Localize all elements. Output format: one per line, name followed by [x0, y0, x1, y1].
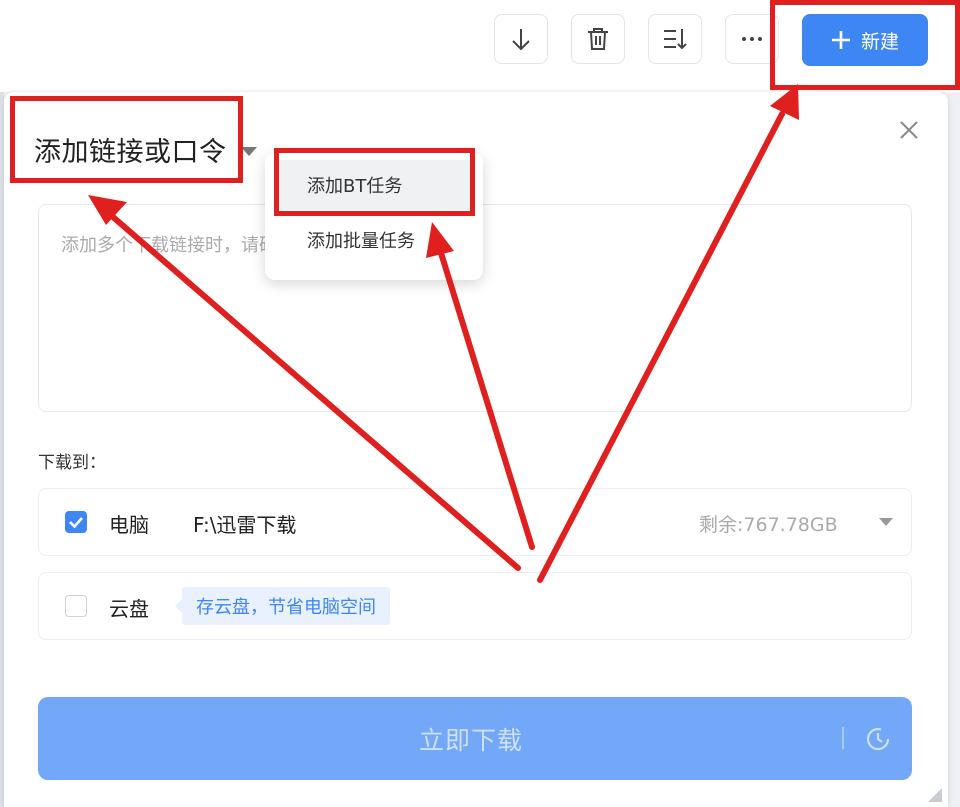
annotation-arrow-line: [438, 250, 535, 550]
annotation-arrows: [88, 84, 799, 583]
annotation-arrow-line: [537, 111, 785, 583]
annotation-arrow-line: [110, 214, 521, 571]
annotation-arrowhead: [426, 222, 454, 258]
